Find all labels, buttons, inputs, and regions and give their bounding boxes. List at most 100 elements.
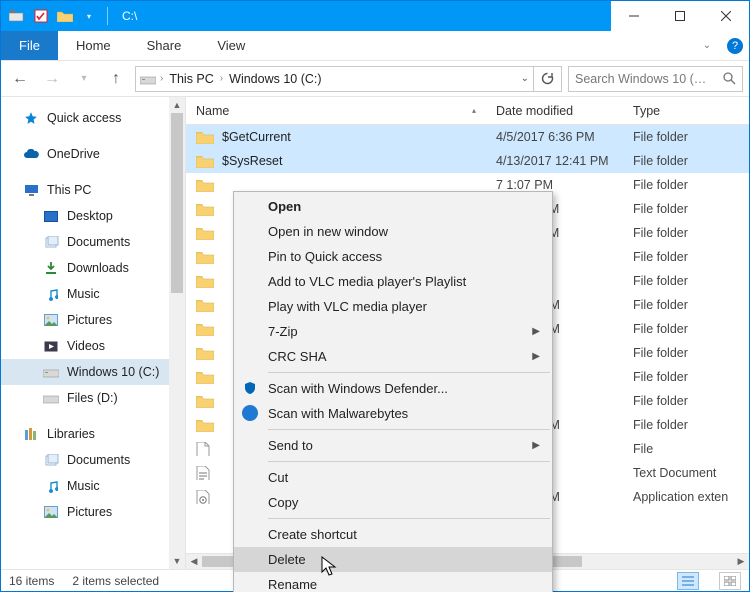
nav-quick-access[interactable]: Quick access <box>1 105 185 131</box>
close-button[interactable] <box>703 1 749 31</box>
file-type: File folder <box>623 130 749 144</box>
context-menu-separator <box>268 372 550 373</box>
folder-icon <box>196 226 214 240</box>
tab-view[interactable]: View <box>199 31 263 60</box>
nav-this-pc[interactable]: This PC <box>1 177 185 203</box>
nav-videos[interactable]: Videos <box>1 333 185 359</box>
search-input[interactable]: Search Windows 10 (… <box>568 66 743 92</box>
nav-libraries[interactable]: Libraries <box>1 421 185 447</box>
pictures-icon <box>43 504 59 520</box>
nav-drive-c[interactable]: Windows 10 (C:) <box>1 359 185 385</box>
tab-share[interactable]: Share <box>129 31 200 60</box>
status-item-count: 16 items <box>9 574 54 588</box>
context-menu-item[interactable]: Send to▶ <box>234 433 552 458</box>
context-menu-item[interactable]: Cut <box>234 465 552 490</box>
view-large-icons-button[interactable] <box>719 572 741 590</box>
folder-icon <box>196 130 214 144</box>
context-menu-item[interactable]: Create shortcut <box>234 522 552 547</box>
nav-label: Files (D:) <box>67 391 118 405</box>
nav-label: Music <box>67 287 100 301</box>
file-type: File folder <box>623 346 749 360</box>
scroll-down-icon[interactable]: ▼ <box>169 553 185 569</box>
nav-label: Videos <box>67 339 105 353</box>
file-date: 7 1:07 PM <box>486 178 623 192</box>
nav-scrollbar[interactable]: ▲ ▼ <box>169 97 185 569</box>
context-menu-item[interactable]: Open <box>234 194 552 219</box>
file-type: File folder <box>623 370 749 384</box>
nav-onedrive[interactable]: OneDrive <box>1 141 185 167</box>
scroll-right-icon[interactable]: ▶ <box>733 554 749 570</box>
context-menu-item[interactable]: CRC SHA▶ <box>234 344 552 369</box>
nav-desktop[interactable]: Desktop <box>1 203 185 229</box>
up-button[interactable]: ↑ <box>103 66 129 92</box>
address-dropdown-icon[interactable]: ⌄ <box>521 73 529 84</box>
qat-dropdown-icon[interactable]: ▾ <box>79 6 99 26</box>
ribbon: File Home Share View ⌄ ? <box>1 31 749 61</box>
help-icon[interactable]: ? <box>721 31 749 60</box>
context-menu-label: Play with VLC media player <box>268 299 427 314</box>
nav-label: Pictures <box>67 505 112 519</box>
nav-pictures[interactable]: Pictures <box>1 307 185 333</box>
qat-newfolder-icon[interactable] <box>55 6 75 26</box>
context-menu-item[interactable]: Pin to Quick access <box>234 244 552 269</box>
qat-properties-icon[interactable] <box>31 6 51 26</box>
context-menu-item[interactable]: Copy <box>234 490 552 515</box>
file-row[interactable]: $SysReset4/13/2017 12:41 PMFile folder <box>186 149 749 173</box>
scroll-left-icon[interactable]: ◀ <box>186 554 202 570</box>
file-icon <box>196 466 214 480</box>
minimize-button[interactable] <box>611 1 657 31</box>
context-menu-item[interactable]: Scan with Malwarebytes <box>234 401 552 426</box>
context-menu-item[interactable]: Rename <box>234 572 552 592</box>
context-menu-item[interactable]: Scan with Windows Defender... <box>234 376 552 401</box>
downloads-icon <box>43 260 59 276</box>
file-tab[interactable]: File <box>1 31 58 60</box>
forward-button[interactable]: → <box>39 66 65 92</box>
nav-drive-d[interactable]: Files (D:) <box>1 385 185 411</box>
scroll-thumb[interactable] <box>171 113 183 293</box>
maximize-button[interactable] <box>657 1 703 31</box>
view-details-button[interactable] <box>677 572 699 590</box>
malwarebytes-icon <box>242 405 258 421</box>
folder-icon <box>196 418 214 432</box>
nav-downloads[interactable]: Downloads <box>1 255 185 281</box>
file-date: 4/5/2017 6:36 PM <box>486 130 623 144</box>
context-menu-separator <box>268 518 550 519</box>
context-menu-separator <box>268 461 550 462</box>
context-menu-item[interactable]: Delete <box>234 547 552 572</box>
context-menu-item[interactable]: Add to VLC media player's Playlist <box>234 269 552 294</box>
nav-documents[interactable]: Documents <box>1 229 185 255</box>
context-menu-item[interactable]: Open in new window <box>234 219 552 244</box>
nav-label: This PC <box>47 183 91 197</box>
refresh-button[interactable] <box>534 66 562 92</box>
nav-music[interactable]: Music <box>1 281 185 307</box>
folder-icon <box>196 370 214 384</box>
recent-locations-dropdown[interactable]: ▾ <box>71 66 97 92</box>
column-date[interactable]: Date modified <box>486 104 623 118</box>
file-name: $GetCurrent <box>222 130 291 144</box>
title-bar: ▾ C:\ <box>1 1 749 31</box>
breadcrumb-drive[interactable]: Windows 10 (C:) <box>227 72 323 86</box>
folder-icon <box>196 394 214 408</box>
file-type: File folder <box>623 154 749 168</box>
nav-label: Desktop <box>67 209 113 223</box>
file-row[interactable]: $GetCurrent 4/5/2017 6:36 PMFile folder <box>186 125 749 149</box>
context-menu-item[interactable]: 7-Zip▶ <box>234 319 552 344</box>
ribbon-expand-icon[interactable]: ⌄ <box>693 31 721 60</box>
search-placeholder: Search Windows 10 (… <box>575 72 717 86</box>
tab-home[interactable]: Home <box>58 31 129 60</box>
nav-lib-documents[interactable]: Documents <box>1 447 185 473</box>
file-type: File folder <box>623 394 749 408</box>
context-menu-label: Open in new window <box>268 224 388 239</box>
nav-lib-pictures[interactable]: Pictures <box>1 499 185 525</box>
back-button[interactable]: ← <box>7 66 33 92</box>
context-menu-item[interactable]: Play with VLC media player <box>234 294 552 319</box>
breadcrumb-this-pc[interactable]: This PC <box>167 72 215 86</box>
folder-icon <box>196 274 214 288</box>
nav-lib-music[interactable]: Music <box>1 473 185 499</box>
scroll-up-icon[interactable]: ▲ <box>169 97 185 113</box>
column-type[interactable]: Type <box>623 104 749 118</box>
chevron-right-icon: › <box>160 73 163 84</box>
address-bar[interactable]: › This PC › Windows 10 (C:) ⌄ <box>135 66 534 92</box>
column-name[interactable]: Name▴ <box>186 104 486 118</box>
folder-icon <box>196 322 214 336</box>
